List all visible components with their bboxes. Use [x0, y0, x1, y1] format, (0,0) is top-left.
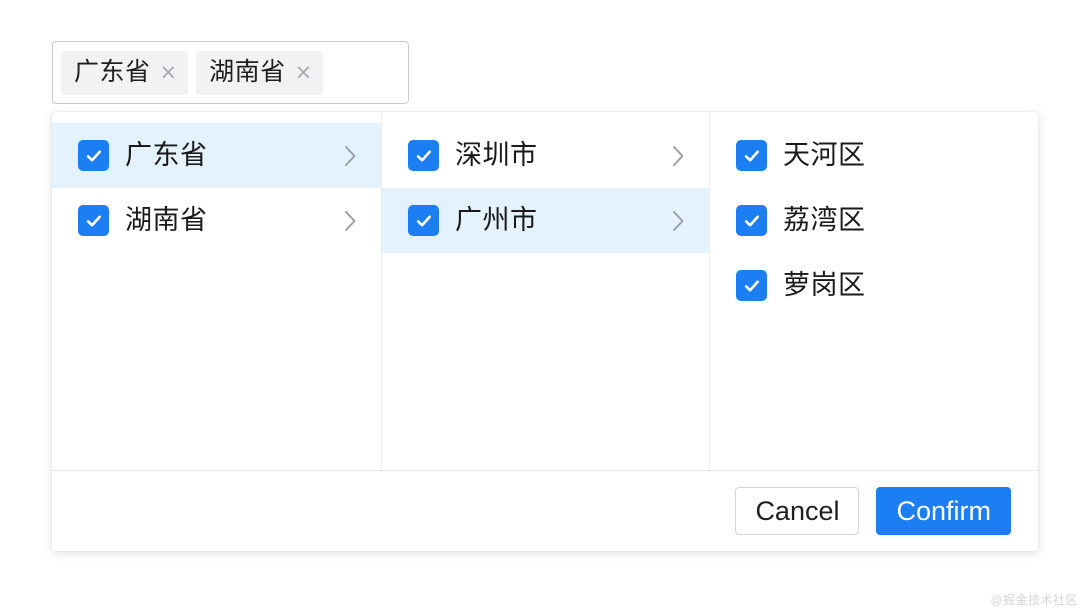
chevron-right-icon [342, 143, 359, 169]
cascader-option[interactable]: 荔湾区 [710, 188, 1038, 253]
cascader-option-label: 广州市 [455, 205, 538, 235]
cascader-option[interactable]: 广东省 [52, 123, 381, 188]
cascader-option-label: 湖南省 [125, 205, 208, 235]
close-x-icon[interactable]: × [295, 62, 313, 83]
cascader-option-label: 广东省 [125, 140, 208, 170]
cancel-button[interactable]: Cancel [735, 487, 860, 535]
checkbox-checked-icon[interactable] [736, 205, 767, 236]
checkbox-checked-icon[interactable] [408, 140, 439, 171]
district-column: 天河区 荔湾区 萝岗区 [709, 112, 1038, 470]
tag-chip[interactable]: 湖南省 × [196, 50, 324, 95]
cascader-footer: Cancel Confirm [52, 470, 1038, 551]
cascader-option[interactable]: 天河区 [710, 123, 1038, 188]
cascader-option-label: 萝岗区 [783, 270, 866, 300]
cascader-option-label: 荔湾区 [783, 205, 866, 235]
watermark: @掘金技术社区 [990, 593, 1078, 607]
cascader-option-label: 天河区 [783, 140, 866, 170]
selected-regions-input[interactable]: 广东省 × 湖南省 × [52, 41, 409, 104]
checkbox-checked-icon[interactable] [78, 205, 109, 236]
cascader-columns: 广东省湖南省 深圳市广州市 天河区荔湾区萝岗区 [52, 112, 1038, 470]
checkbox-checked-icon[interactable] [736, 270, 767, 301]
cascader-option[interactable]: 萝岗区 [710, 253, 1038, 318]
chevron-right-icon [670, 208, 687, 234]
chevron-right-icon [342, 208, 359, 234]
cascader-option[interactable]: 广州市 [382, 188, 709, 253]
tag-chip-label: 湖南省 [209, 58, 286, 86]
tag-chip-label: 广东省 [74, 58, 151, 86]
checkbox-checked-icon[interactable] [78, 140, 109, 171]
cascader-dropdown-panel: 广东省湖南省 深圳市广州市 天河区荔湾区萝岗区 Cancel Confirm [52, 112, 1038, 551]
cascader-option[interactable]: 湖南省 [52, 188, 381, 253]
province-column: 广东省 湖南省 [52, 112, 381, 470]
close-x-icon[interactable]: × [160, 62, 178, 83]
checkbox-checked-icon[interactable] [408, 205, 439, 236]
city-column: 深圳市 广州市 [381, 112, 709, 470]
cascader-option[interactable]: 深圳市 [382, 123, 709, 188]
confirm-button[interactable]: Confirm [876, 487, 1011, 535]
cascader-option-label: 深圳市 [455, 140, 538, 170]
chevron-right-icon [670, 143, 687, 169]
checkbox-checked-icon[interactable] [736, 140, 767, 171]
tag-chip[interactable]: 广东省 × [61, 50, 189, 95]
